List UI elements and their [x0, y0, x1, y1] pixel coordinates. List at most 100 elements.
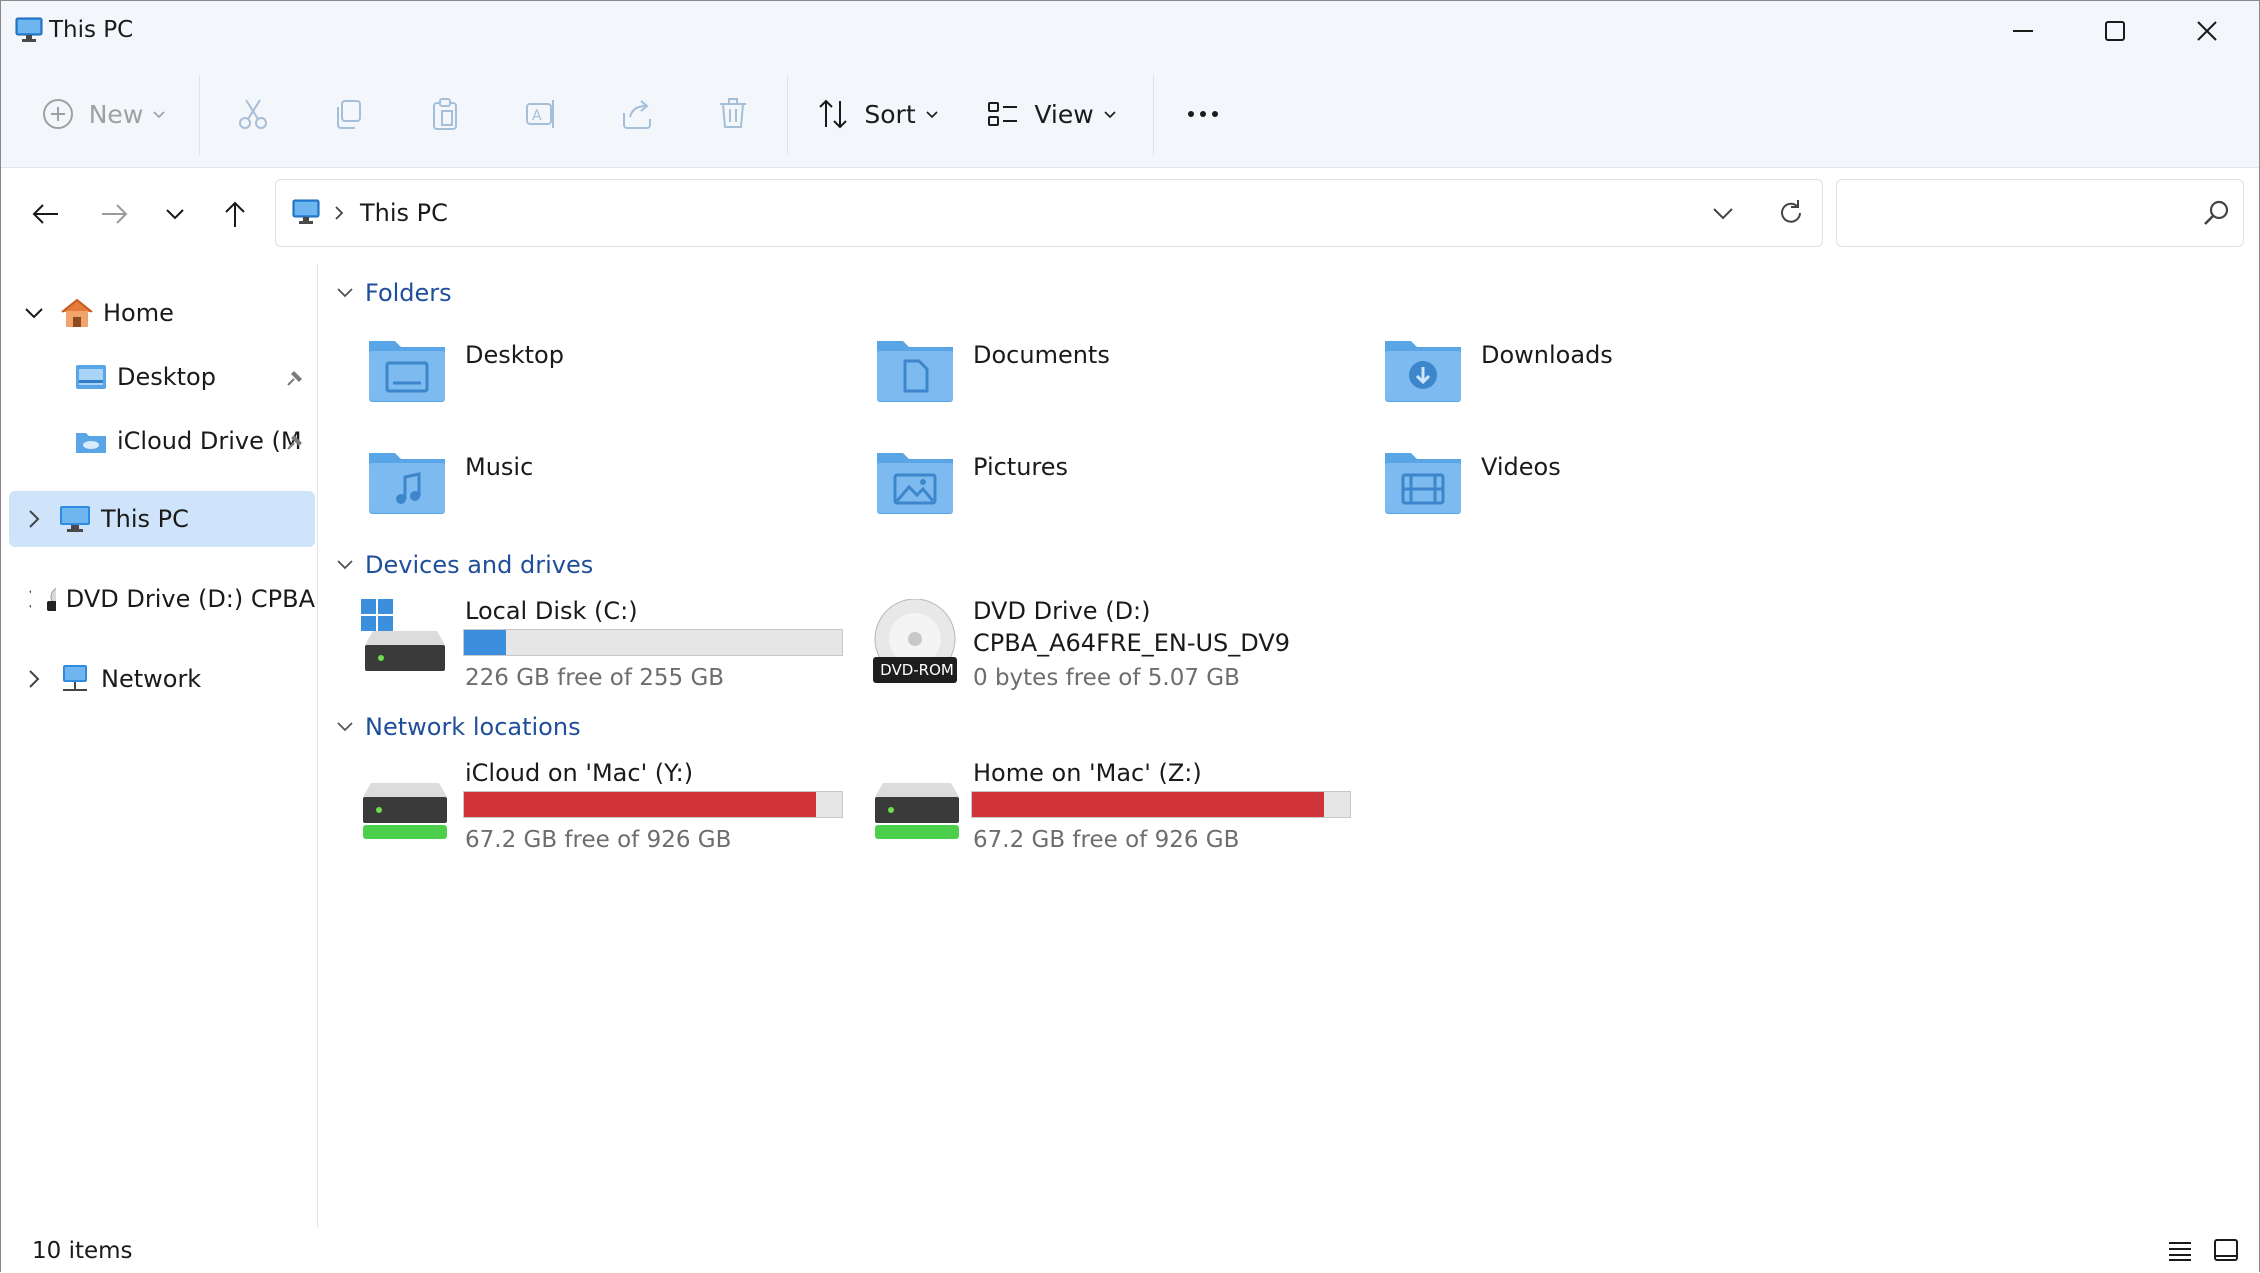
home-icon — [61, 298, 93, 327]
share-button[interactable] — [607, 79, 667, 149]
drive-usage-bar — [971, 791, 1351, 818]
pin-icon[interactable] — [285, 430, 307, 452]
chevron-right-icon — [29, 670, 40, 688]
status-bar: 10 items — [1, 1228, 2259, 1273]
refresh-icon[interactable] — [1776, 198, 1806, 232]
drive-usage-bar — [463, 791, 843, 818]
drive-space: 0 bytes free of 5.07 GB — [973, 665, 1240, 691]
chevron-down-icon — [337, 560, 353, 570]
drive-space: 67.2 GB free of 926 GB — [465, 827, 732, 853]
view-button[interactable]: View — [981, 79, 1123, 149]
drive-name: Local Disk (C:) — [465, 597, 638, 625]
folders-section-header[interactable]: Folders — [335, 279, 452, 307]
folder-name: Desktop — [465, 341, 564, 369]
item-count: 10 items — [32, 1238, 133, 1264]
drive-tile-local-disk-c[interactable]: Local Disk (C:) 226 GB free of 255 GB — [359, 593, 849, 693]
drive-usage-fill — [464, 630, 506, 655]
drive-usage-bar — [463, 629, 843, 656]
maximize-icon — [2105, 21, 2125, 41]
forward-button[interactable] — [87, 186, 143, 242]
arrow-right-icon — [102, 204, 128, 224]
search-box[interactable] — [1836, 179, 2244, 247]
network-tile-home-z[interactable]: Home on 'Mac' (Z:) 67.2 GB free of 926 G… — [871, 755, 1361, 855]
new-label: New — [88, 99, 144, 129]
address-bar[interactable]: This PC — [275, 179, 1823, 247]
scissors-icon — [239, 99, 267, 129]
videos-folder-icon — [1385, 453, 1461, 514]
minimize-icon — [2013, 30, 2033, 32]
folder-tile-desktop[interactable]: Desktop — [367, 331, 564, 407]
network-drive-icon — [875, 783, 959, 839]
dvd-drive-icon — [46, 587, 56, 611]
network-section-header[interactable]: Network locations — [335, 713, 581, 741]
sidebar-item-home[interactable]: Home — [9, 285, 315, 341]
sidebar-item-this-pc[interactable]: This PC — [9, 491, 315, 547]
sidebar-item-dvd-drive[interactable]: DVD Drive (D:) CPBA — [9, 571, 315, 627]
up-button[interactable] — [207, 186, 263, 242]
view-layout-icon — [988, 102, 1018, 126]
arrow-left-icon — [32, 204, 58, 224]
sidebar-item-label: DVD Drive (D:) CPBA — [65, 585, 315, 613]
chevron-down-icon — [25, 308, 43, 319]
new-button[interactable]: New — [29, 79, 179, 149]
sidebar-item-icloud-drive[interactable]: iCloud Drive (M — [9, 413, 315, 469]
more-options-button[interactable] — [1171, 79, 1235, 149]
back-button[interactable] — [17, 186, 73, 242]
command-bar: New A Sort View — [1, 61, 2259, 168]
pin-icon[interactable] — [285, 366, 307, 388]
chevron-right-icon — [29, 590, 31, 608]
paste-button[interactable] — [415, 79, 475, 149]
close-icon — [2197, 21, 2217, 41]
this-pc-icon — [60, 506, 90, 532]
view-label: View — [1034, 99, 1094, 129]
minimize-button[interactable] — [1977, 1, 2069, 61]
folder-name: Downloads — [1481, 341, 1613, 369]
downloads-folder-icon — [1385, 341, 1461, 402]
file-explorer-window: This PC New A Sort View This PC Home Des… — [0, 0, 2260, 1273]
devices-section-header[interactable]: Devices and drives — [335, 551, 593, 579]
breadcrumb-this-pc[interactable]: This PC — [360, 199, 448, 227]
clipboard-icon — [433, 98, 457, 130]
drive-tile-dvd-d[interactable]: DVD-ROM DVD Drive (D:) CPBA_A64FRE_EN-US… — [871, 593, 1371, 693]
documents-folder-icon — [877, 341, 953, 402]
chevron-down-icon — [337, 288, 353, 298]
section-title: Folders — [365, 279, 452, 307]
dvd-rom-badge: DVD-ROM — [880, 661, 954, 679]
details-view-icon[interactable] — [2167, 1238, 2193, 1266]
delete-button[interactable] — [703, 79, 763, 149]
section-title: Devices and drives — [365, 551, 594, 579]
chevron-down-icon — [337, 722, 353, 732]
drive-name: iCloud on 'Mac' (Y:) — [465, 759, 694, 787]
rename-button[interactable]: A — [511, 79, 571, 149]
chevron-down-icon — [1104, 111, 1116, 119]
toolbar-divider — [199, 75, 200, 155]
recent-locations-button[interactable] — [147, 186, 203, 242]
folder-tile-music[interactable]: Music — [367, 443, 533, 519]
chevron-down-icon — [166, 209, 184, 220]
sidebar-item-label: This PC — [101, 505, 189, 533]
section-title: Network locations — [365, 713, 581, 741]
toolbar-divider — [1153, 75, 1154, 155]
chevron-down-icon — [153, 111, 165, 119]
sidebar-item-network[interactable]: Network — [9, 651, 315, 707]
maximize-button[interactable] — [2069, 1, 2161, 61]
drive-space: 67.2 GB free of 926 GB — [973, 827, 1240, 853]
folder-tile-documents[interactable]: Documents — [875, 331, 1110, 407]
pictures-folder-icon — [877, 453, 953, 514]
drive-usage-fill — [464, 792, 816, 817]
this-pc-icon — [15, 17, 43, 47]
drive-space: 226 GB free of 255 GB — [465, 665, 725, 691]
tiles-view-icon[interactable] — [2213, 1238, 2239, 1266]
copy-button[interactable] — [319, 79, 379, 149]
cut-button[interactable] — [223, 79, 283, 149]
address-history-chevron-icon[interactable] — [1710, 200, 1736, 230]
sidebar-item-desktop[interactable]: Desktop — [9, 349, 315, 405]
folder-tile-pictures[interactable]: Pictures — [875, 443, 1068, 519]
network-tile-icloud-y[interactable]: iCloud on 'Mac' (Y:) 67.2 GB free of 926… — [359, 755, 849, 855]
folder-tile-videos[interactable]: Videos — [1383, 443, 1561, 519]
folder-tile-downloads[interactable]: Downloads — [1383, 331, 1613, 407]
close-button[interactable] — [2161, 1, 2253, 61]
chevron-right-icon — [29, 510, 40, 528]
sort-button[interactable]: Sort — [809, 79, 947, 149]
desktop-folder-icon — [76, 365, 106, 389]
